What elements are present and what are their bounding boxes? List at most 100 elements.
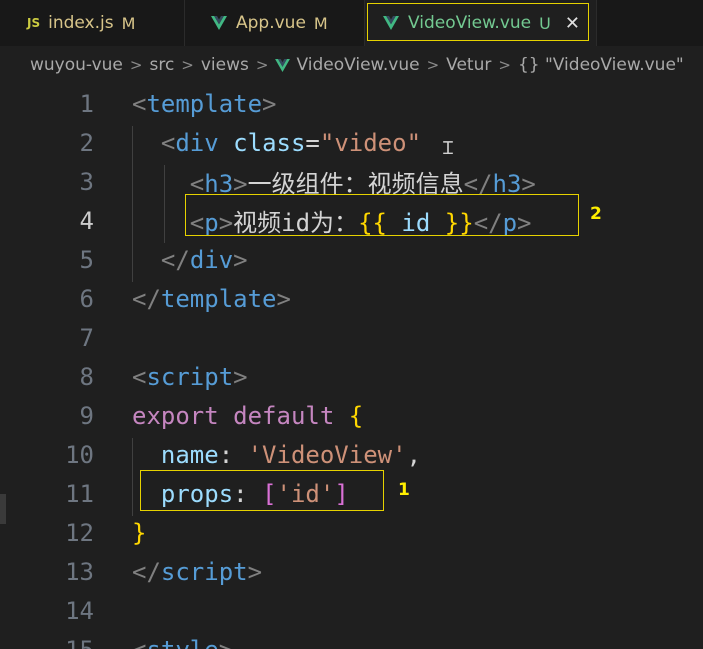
- code-token: >: [233, 362, 248, 391]
- breadcrumb-item-vetur[interactable]: Vetur: [446, 55, 491, 75]
- code-token: >: [247, 557, 263, 586]
- code-line[interactable]: 13 </script>: [0, 552, 703, 591]
- code-token: script: [160, 557, 248, 586]
- breadcrumb-item-views[interactable]: views: [201, 55, 249, 75]
- code-editor[interactable]: 1 <template> 2 <div class="video" 3 <h3>一级组…: [0, 84, 703, 649]
- code-content: }: [132, 519, 146, 547]
- code-line[interactable]: 15 <style>: [0, 630, 703, 649]
- code-line[interactable]: 10 name: 'VideoView',: [0, 435, 703, 474]
- code-content: <div class="video": [132, 129, 421, 157]
- code-line[interactable]: 5 </div>: [0, 240, 703, 279]
- code-token: </: [132, 557, 161, 586]
- breadcrumb-item-symbol[interactable]: {} "VideoView.vue": [518, 55, 684, 75]
- code-token: ,: [406, 440, 422, 469]
- code-content: <script>: [132, 363, 248, 391]
- tab-label: App.vue: [236, 13, 306, 33]
- line-number: 9: [79, 401, 94, 430]
- text-cursor-icon: Ɪ: [443, 138, 454, 159]
- line-number: 12: [65, 518, 94, 547]
- breadcrumb-separator: >: [181, 56, 194, 74]
- code-line[interactable]: 12}: [0, 513, 703, 552]
- line-number: 2: [79, 128, 94, 157]
- line-number: 6: [79, 284, 94, 313]
- code-token: >: [276, 284, 291, 313]
- code-content: </script>: [132, 558, 262, 586]
- vue-file-icon: [211, 16, 227, 30]
- breadcrumb-item-project[interactable]: wuyou-vue: [30, 55, 123, 75]
- code-line[interactable]: 2 <div class="video": [0, 123, 703, 162]
- javascript-file-icon: JS: [27, 16, 41, 30]
- code-token: >: [262, 89, 277, 118]
- line-number: 3: [79, 167, 94, 196]
- code-line[interactable]: 6 </template>: [0, 279, 703, 318]
- code-line[interactable]: 7: [0, 318, 703, 357]
- code-content: export default {: [132, 402, 363, 430]
- modified-badge: M: [121, 13, 136, 33]
- code-token: </: [160, 245, 190, 274]
- code-token: </: [132, 284, 161, 313]
- line-number: 8: [79, 362, 94, 391]
- code-token: 'VideoView': [247, 440, 407, 469]
- code-content: </template>: [132, 285, 291, 313]
- code-content: name: 'VideoView',: [132, 441, 421, 469]
- code-line[interactable]: 1 <template>: [0, 84, 703, 123]
- annotation-label: 2: [590, 204, 602, 224]
- code-token: style: [146, 636, 218, 649]
- code-token: script: [146, 362, 234, 391]
- code-token: =: [305, 128, 320, 157]
- line-number: 1: [79, 89, 94, 118]
- code-content: <template>: [132, 90, 277, 118]
- scrollbar[interactable]: [0, 494, 6, 524]
- code-line[interactable]: 8 <script>: [0, 357, 703, 396]
- line-number: 7: [79, 323, 94, 352]
- line-number: 10: [65, 440, 94, 469]
- annotation-label: 1: [398, 480, 410, 500]
- code-token: template: [160, 284, 277, 313]
- line-number: 11: [65, 479, 94, 508]
- breadcrumb-item-file[interactable]: VideoView.vue: [296, 55, 419, 75]
- breadcrumb: wuyou-vue > src > views > VideoView.vue …: [0, 46, 703, 84]
- code-line[interactable]: 9 export default {: [0, 396, 703, 435]
- line-number: 13: [65, 557, 94, 586]
- code-token: <: [132, 636, 146, 649]
- code-token: :: [218, 440, 248, 469]
- tab-label: index.js: [48, 13, 114, 33]
- code-token: div: [175, 128, 219, 157]
- code-token: "video": [319, 128, 422, 157]
- code-token: >: [219, 636, 233, 649]
- line-number: 5: [79, 245, 94, 274]
- breadcrumb-separator: >: [426, 56, 440, 74]
- code-token: }: [132, 518, 147, 547]
- code-token: name: [160, 440, 219, 469]
- line-number: 14: [65, 596, 94, 625]
- code-token: <: [132, 362, 147, 391]
- code-token: class: [233, 128, 306, 157]
- code-token: template: [146, 89, 263, 118]
- code-token: div: [189, 245, 234, 274]
- tab-app-vue[interactable]: App.vue M: [185, 0, 365, 46]
- code-token: <: [160, 128, 176, 157]
- code-token: {: [348, 401, 364, 430]
- code-line[interactable]: 14: [0, 591, 703, 630]
- editor-tab-bar: JS index.js M App.vue M VideoView.vue U …: [0, 0, 703, 46]
- code-token: >: [233, 245, 248, 274]
- code-token: export: [132, 401, 219, 430]
- vue-file-icon: [275, 58, 291, 72]
- tab-index-js[interactable]: JS index.js M: [0, 0, 185, 46]
- code-content: <style>: [132, 636, 233, 649]
- modified-badge: M: [313, 13, 328, 33]
- breadcrumb-item-src[interactable]: src: [149, 55, 174, 75]
- breadcrumb-separator: >: [129, 56, 143, 74]
- code-token: <: [132, 89, 147, 118]
- code-token: default: [233, 401, 335, 430]
- tab-videoview-vue[interactable]: VideoView.vue U ✕: [365, 0, 597, 46]
- code-content: </div>: [132, 246, 248, 274]
